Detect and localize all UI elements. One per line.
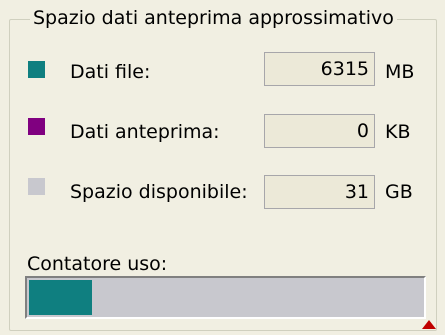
file-data-unit: MB [385, 61, 415, 83]
preview-data-label: Dati anteprima: [70, 121, 220, 143]
available-space-label: Spazio disponibile: [70, 181, 248, 203]
usage-progress-bar [25, 276, 426, 319]
file-data-value: 6315 [264, 52, 375, 86]
file-data-row: Dati file: 6315 MB [0, 52, 445, 90]
file-data-label: Dati file: [70, 61, 151, 83]
file-data-color-swatch [28, 61, 45, 78]
preview-data-color-swatch [28, 118, 45, 135]
usage-counter-label: Contatore uso: [27, 253, 168, 275]
preview-data-unit: KB [385, 121, 411, 143]
available-space-value: 31 [264, 175, 375, 209]
groupbox-title: Spazio dati anteprima approssimativo [30, 6, 397, 30]
preview-data-row: Dati anteprima: 0 KB [0, 114, 445, 150]
available-space-color-swatch [28, 178, 45, 195]
preview-data-value: 0 [264, 114, 375, 148]
available-space-row: Spazio disponibile: 31 GB [0, 174, 445, 210]
usage-progress-fill [29, 280, 92, 315]
available-space-unit: GB [385, 181, 413, 203]
red-triangle-marker-icon [422, 320, 436, 329]
